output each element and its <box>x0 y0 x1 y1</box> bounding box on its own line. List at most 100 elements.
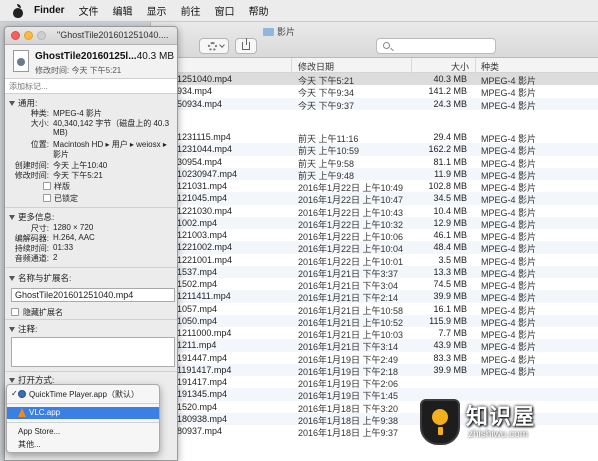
table-row[interactable]: 1057.mp4 2016年1月21日 上午10:58 16.1 MB MPEG-4 … <box>151 303 598 316</box>
file-name: 1211.mp4 <box>177 340 217 351</box>
search-field[interactable] <box>376 38 496 54</box>
file-size: 83.3 MB <box>433 352 467 363</box>
column-kind[interactable]: 种类 <box>481 60 499 73</box>
search-input[interactable] <box>393 40 493 52</box>
table-row[interactable]: 1502.mp4 2016年1月21日 下午3:04 74.5 MB MPEG-4 影… <box>151 278 598 291</box>
file-name: 121045.mp4 <box>177 193 228 204</box>
file-size: 24.3 MB <box>433 98 467 109</box>
table-row[interactable]: 121003.mp4 2016年1月22日 上午10:06 46.1 MB MPEG-… <box>151 229 598 242</box>
disclosure-triangle-icon[interactable] <box>9 275 15 281</box>
codecs-value: H.264, AAC <box>53 233 95 242</box>
menu-item-quicktime[interactable]: ✓ QuickTime Player.app（默认） <box>7 388 159 400</box>
section-label: 注释: <box>18 324 38 334</box>
menu-help[interactable]: 帮助 <box>249 3 269 18</box>
file-size: 3.5 MB <box>438 254 467 265</box>
table-row[interactable]: 1221001.mp4 2016年1月22日 上午10:01 3.5 MB MPEG-… <box>151 254 598 267</box>
disclosure-triangle-icon[interactable] <box>9 214 15 220</box>
share-button[interactable] <box>235 38 257 54</box>
disclosure-triangle-icon[interactable] <box>9 100 15 106</box>
locked-checkbox[interactable] <box>43 194 51 202</box>
table-row[interactable]: 1231044.mp4 前天 上午10:59 162.2 MB MPEG-4 影片 <box>151 143 598 156</box>
file-name: 1221002.mp4 <box>177 242 233 253</box>
file-name: 180938.mp4 <box>177 413 228 424</box>
comments-field[interactable] <box>11 337 175 367</box>
section-comments[interactable]: 注释: <box>9 323 37 335</box>
menu-item-label: QuickTime Player.app（默认） <box>29 390 139 399</box>
menu-item-app-store[interactable]: App Store... <box>7 426 159 438</box>
stationery-checkbox[interactable] <box>43 182 51 190</box>
column-date[interactable]: 修改日期 <box>298 60 334 73</box>
file-size: 40.3 MB <box>433 74 467 84</box>
filename-field[interactable]: GhostTile201601251040.mp4 <box>11 288 175 302</box>
close-button[interactable] <box>11 31 20 40</box>
table-row[interactable]: 10230947.mp4 前天 上午9:48 11.9 MB MPEG-4 影片 <box>151 167 598 181</box>
table-row[interactable]: 934.mp4 今天 下午9:34 141.2 MB MPEG-4 影片 <box>151 85 598 98</box>
table-row[interactable]: 1211000.mp4 2016年1月21日 上午10:03 7.7 MB MPEG-… <box>151 327 598 340</box>
table-row[interactable]: 1221002.mp4 2016年1月22日 上午10:04 48.4 MB MPEG… <box>151 241 598 254</box>
file-name: 1002.mp4 <box>177 217 218 228</box>
table-row[interactable]: 1211411.mp4 2016年1月21日 下午2:14 39.9 MB MPEG-… <box>151 290 598 303</box>
table-row[interactable]: 1221030.mp4 2016年1月22日 上午10:43 10.4 MB MPEG… <box>151 205 598 218</box>
column-divider[interactable] <box>411 58 412 73</box>
tag-field[interactable] <box>5 79 177 94</box>
file-name: 191345.mp4 <box>177 389 228 400</box>
tag-input[interactable] <box>9 81 169 92</box>
action-button[interactable] <box>199 38 229 54</box>
table-row[interactable]: 121031.mp4 2016年1月22日 上午10:49 102.8 MB MPEG… <box>151 180 598 193</box>
locked-label: 已锁定 <box>54 194 78 203</box>
table-row[interactable]: 121045.mp4 2016年1月22日 上午10:47 34.5 MB MPEG-… <box>151 192 598 205</box>
video-file-icon <box>13 50 29 72</box>
column-header: 修改日期 大小 种类 <box>151 58 598 73</box>
duration-value: 01:33 <box>53 243 74 252</box>
table-row[interactable]: 1050.mp4 2016年1月21日 上午10:52 115.9 MB MPEG-4… <box>151 314 598 328</box>
column-divider[interactable] <box>475 58 476 73</box>
table-row[interactable]: 191417.mp4 2016年1月19日 下午2:06 <box>151 376 598 389</box>
table-row[interactable]: 1251040.mp4 今天 下午5:21 40.3 MB MPEG-4 影片 <box>151 73 598 86</box>
disclosure-triangle-icon[interactable] <box>9 326 15 332</box>
section-more-info[interactable]: 更多信息: <box>9 211 54 223</box>
hide-extension-checkbox[interactable] <box>11 308 19 316</box>
file-size: 16.1 MB <box>433 303 467 314</box>
table-row[interactable]: 30954.mp4 前天 上午9:58 81.1 MB MPEG-4 影片 <box>151 156 598 169</box>
checkmark-icon: ✓ <box>11 389 18 398</box>
column-size[interactable]: 大小 <box>451 60 469 73</box>
menu-item-label: App Store... <box>18 427 61 436</box>
share-icon <box>242 38 250 50</box>
file-name: 1211411.mp4 <box>177 291 231 302</box>
dimensions-value: 1280 × 720 <box>53 223 94 232</box>
divider <box>5 267 177 268</box>
menu-view[interactable]: 显示 <box>147 3 167 18</box>
watermark-title: 知识屋 <box>466 404 536 429</box>
size-label: 大小: <box>30 119 49 128</box>
where-value: Macintosh HD ▸ 用户 ▸ weiosx ▸ <box>53 140 167 149</box>
folder-title: 影片 <box>277 27 296 37</box>
file-size: 162.2 MB <box>428 144 467 155</box>
file-name: 1537.mp4 <box>177 266 218 277</box>
table-row[interactable]: 50934.mp4 今天 下午9:37 24.3 MB MPEG-4 影片 <box>151 97 598 111</box>
disclosure-triangle-icon[interactable] <box>9 377 15 383</box>
file-size: 7.7 MB <box>438 328 467 338</box>
table-row[interactable]: 1231115.mp4 前天 上午11:16 29.4 MB MPEG-4 影片 <box>151 131 598 144</box>
table-row[interactable]: 1191417.mp4 2016年1月19日 下午2:18 39.9 MB MPEG-… <box>151 363 598 377</box>
section-name-extension[interactable]: 名称与扩展名: <box>9 272 71 284</box>
minimize-button[interactable] <box>24 31 33 40</box>
table-row[interactable]: 1211.mp4 2016年1月21日 下午3:14 43.9 MB MPEG-4 影… <box>151 339 598 352</box>
file-size: 141.2 MB <box>428 86 467 97</box>
table-row[interactable]: 191447.mp4 2016年1月19日 下午2:49 83.3 MB MPEG-4… <box>151 352 598 365</box>
menu-item-vlc[interactable]: VLC.app <box>7 407 159 419</box>
apple-icon[interactable] <box>12 3 24 18</box>
menu-edit[interactable]: 编辑 <box>113 3 133 18</box>
table-row[interactable]: 1537.mp4 2016年1月21日 下午3:37 13.3 MB MPEG-4 影… <box>151 265 598 279</box>
hide-extension-label: 隐藏扩展名 <box>23 308 63 317</box>
table-row[interactable]: 1002.mp4 2016年1月22日 上午10:32 12.9 MB MPEG-4 … <box>151 216 598 230</box>
file-size: 74.5 MB <box>433 279 467 289</box>
menu-item-other[interactable]: 其他... <box>7 438 159 450</box>
menu-go[interactable]: 前往 <box>181 3 201 18</box>
menu-file[interactable]: 文件 <box>79 3 99 18</box>
menu-window[interactable]: 窗口 <box>215 3 235 18</box>
menu-finder[interactable]: Finder <box>34 5 65 16</box>
file-name: 1050.mp4 <box>177 315 218 326</box>
file-size: 11.9 MB <box>434 168 467 179</box>
file-size: 115.9 MB <box>429 315 467 326</box>
column-divider[interactable] <box>291 58 292 73</box>
